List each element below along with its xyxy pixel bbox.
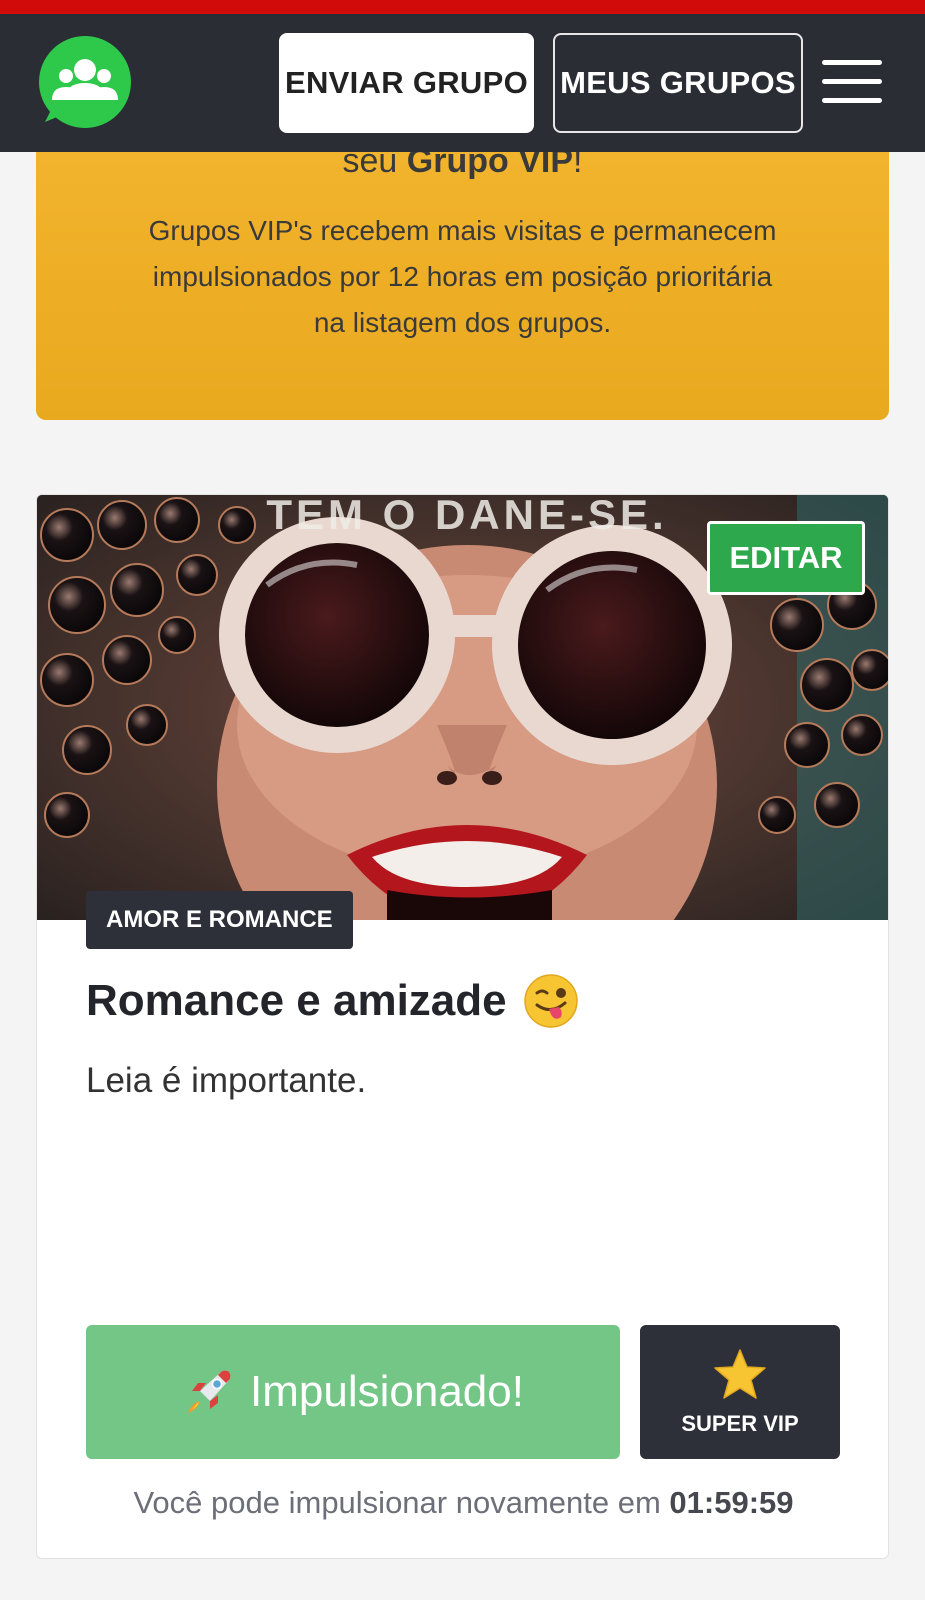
super-vip-button[interactable]: SUPER VIP xyxy=(640,1325,840,1459)
super-vip-label: SUPER VIP xyxy=(681,1411,799,1436)
rocket-icon xyxy=(188,1370,231,1413)
my-groups-button[interactable]: MEUS GRUPOS xyxy=(553,33,803,133)
countdown-value: 01:59:59 xyxy=(669,1485,794,1520)
hamburger-menu-icon[interactable] xyxy=(822,60,882,106)
boosted-label: Impulsionado! xyxy=(250,1367,524,1416)
group-cover-image: TEM O DANE-SE. EDITAR xyxy=(37,495,888,920)
boosted-button[interactable]: Impulsionado! xyxy=(86,1325,620,1459)
countdown-prefix: Você pode impulsionar novamente em xyxy=(133,1485,661,1520)
navbar: ENVIAR GRUPO MEUS GRUPOS xyxy=(0,14,925,152)
boost-countdown: Você pode impulsionar novamente em 01:59… xyxy=(37,1485,888,1521)
edit-button[interactable]: EDITAR xyxy=(707,521,865,595)
whatsapp-group-icon[interactable] xyxy=(35,34,135,134)
image-overlay-text: TEM O DANE-SE. xyxy=(266,495,667,538)
group-title: Romance e amizade xyxy=(86,973,579,1029)
vip-banner-text: Grupos VIP's recebem mais visitas e perm… xyxy=(148,215,777,338)
group-card: TEM O DANE-SE. EDITAR AMOR E ROMANCE Rom… xyxy=(36,494,889,1559)
winking-tongue-emoji-icon xyxy=(523,974,578,1028)
group-title-text: Romance e amizade xyxy=(86,976,507,1025)
category-badge[interactable]: AMOR E ROMANCE xyxy=(86,891,353,949)
group-description: Leia é importante. xyxy=(86,1061,367,1100)
send-group-button[interactable]: ENVIAR GRUPO xyxy=(279,33,534,133)
top-accent-bar xyxy=(0,0,925,14)
star-icon xyxy=(714,1349,766,1399)
